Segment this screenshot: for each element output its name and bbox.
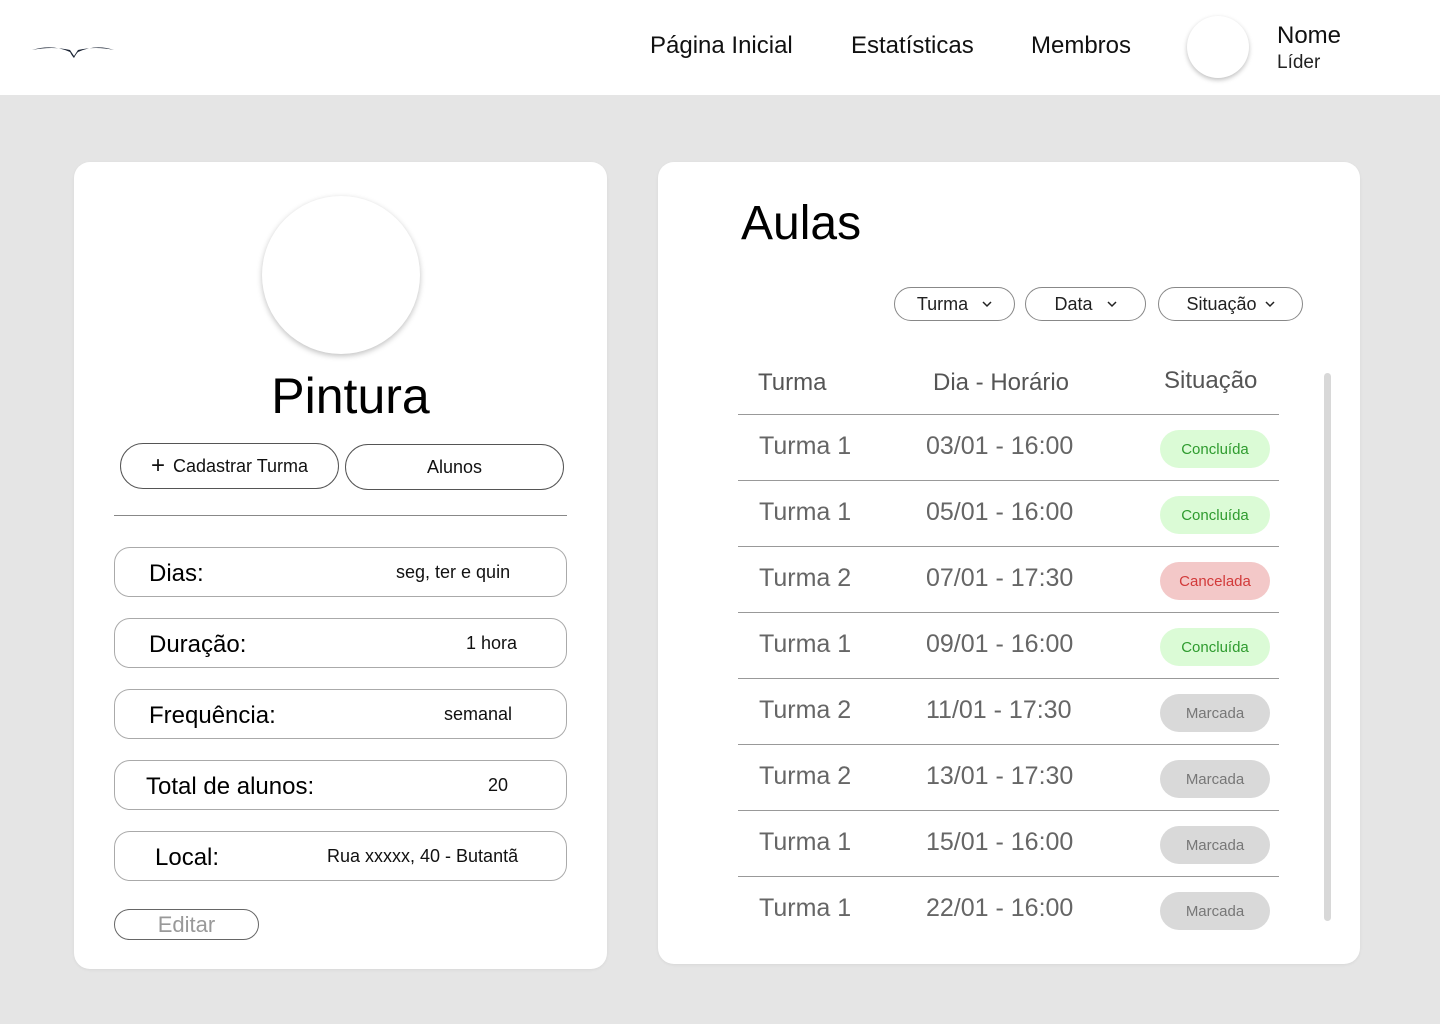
bird-logo-icon[interactable]	[30, 38, 116, 62]
cell-datetime: 05/01 - 16:00	[926, 498, 1074, 526]
info-label: Dias:	[149, 560, 204, 587]
info-label: Local:	[155, 844, 220, 871]
status-badge: Marcada	[1160, 694, 1270, 732]
info-row-days: Dias: seg, ter e quin	[114, 547, 567, 597]
info-value: seg, ter e quin	[396, 562, 511, 582]
status-badge: Concluída	[1160, 430, 1270, 468]
filter-situacao[interactable]: Situação	[1158, 287, 1303, 321]
cell-turma: Turma 1	[759, 498, 852, 526]
cell-datetime: 13/01 - 17:30	[926, 762, 1074, 790]
table-row[interactable]: Turma 1 09/01 - 16:00 Concluída	[738, 612, 1279, 678]
status-badge: Concluída	[1160, 496, 1270, 534]
cell-turma: Turma 1	[759, 630, 852, 658]
info-row-total-students: Total de alunos: 20	[114, 760, 567, 810]
table-row[interactable]: Turma 1 22/01 - 16:00 Marcada	[738, 876, 1279, 942]
classes-card: Aulas Turma Data Situação Turma Dia - Ho…	[658, 162, 1360, 964]
cell-turma: Turma 2	[759, 696, 852, 724]
table-row[interactable]: Turma 2 07/01 - 17:30 Cancelada	[738, 546, 1279, 612]
cell-datetime: 22/01 - 16:00	[926, 894, 1074, 922]
cell-turma: Turma 2	[759, 762, 852, 790]
info-row-frequency: Frequência: semanal	[114, 689, 567, 739]
students-button[interactable]: Alunos	[345, 444, 564, 490]
nav-statistics[interactable]: Estatísticas	[851, 32, 974, 60]
status-badge: Marcada	[1160, 826, 1270, 864]
course-title: Pintura	[271, 368, 430, 424]
register-class-label: Cadastrar Turma	[172, 455, 309, 476]
user-name: Nome	[1277, 22, 1342, 49]
cell-datetime: 03/01 - 16:00	[926, 432, 1074, 460]
filter-turma[interactable]: Turma	[894, 287, 1015, 321]
table-row[interactable]: Turma 1 05/01 - 16:00 Concluída	[738, 480, 1279, 546]
filter-label: Turma	[916, 293, 969, 314]
column-header-status[interactable]: Situação	[1164, 367, 1257, 395]
course-avatar	[262, 196, 420, 354]
chevron-down-icon	[1265, 301, 1275, 308]
info-label: Duração:	[149, 631, 247, 658]
chevron-down-icon	[982, 301, 992, 308]
classes-title: Aulas	[741, 197, 862, 250]
course-card: Pintura + Cadastrar Turma Alunos Dias: s…	[74, 162, 607, 969]
filter-label: Situação	[1186, 293, 1257, 314]
divider	[114, 515, 567, 516]
cell-datetime: 15/01 - 16:00	[926, 828, 1074, 856]
info-value: 20	[488, 775, 509, 795]
nav-home[interactable]: Página Inicial	[650, 32, 793, 60]
user-role: Líder	[1277, 52, 1321, 73]
info-value: Rua xxxxx, 40 - Butantã	[327, 846, 519, 866]
students-label: Alunos	[426, 456, 483, 477]
status-badge: Concluída	[1160, 628, 1270, 666]
filter-data[interactable]: Data	[1025, 287, 1146, 321]
info-value: semanal	[444, 704, 513, 724]
cell-datetime: 07/01 - 17:30	[926, 564, 1074, 592]
status-badge: Marcada	[1160, 760, 1270, 798]
plus-icon: +	[150, 452, 165, 479]
table-row[interactable]: Turma 2 11/01 - 17:30 Marcada	[738, 678, 1279, 744]
table-row[interactable]: Turma 1 03/01 - 16:00 Concluída	[738, 414, 1279, 480]
status-badge: Marcada	[1160, 892, 1270, 930]
cell-turma: Turma 1	[759, 828, 852, 856]
scrollbar[interactable]	[1324, 373, 1331, 921]
info-row-location: Local: Rua xxxxx, 40 - Butantã	[114, 831, 567, 881]
table-row[interactable]: Turma 1 15/01 - 16:00 Marcada	[738, 810, 1279, 876]
cell-turma: Turma 2	[759, 564, 852, 592]
nav-members[interactable]: Membros	[1031, 32, 1131, 60]
cell-datetime: 09/01 - 16:00	[926, 630, 1074, 658]
info-label: Frequência:	[149, 702, 276, 729]
filter-label: Data	[1054, 293, 1093, 314]
cell-turma: Turma 1	[759, 894, 852, 922]
cell-datetime: 11/01 - 17:30	[926, 696, 1072, 724]
info-row-duration: Duração: 1 hora	[114, 618, 567, 668]
info-label: Total de alunos:	[146, 773, 315, 800]
top-navbar: Página Inicial Estatísticas Membros Nome…	[0, 0, 1440, 95]
edit-button[interactable]: Editar	[114, 909, 259, 940]
table-row[interactable]: Turma 2 13/01 - 17:30 Marcada	[738, 744, 1279, 810]
info-value: 1 hora	[466, 633, 518, 653]
column-header-turma[interactable]: Turma	[758, 369, 826, 397]
register-class-button[interactable]: + Cadastrar Turma	[120, 443, 339, 489]
cell-turma: Turma 1	[759, 432, 852, 460]
status-badge: Cancelada	[1160, 562, 1270, 600]
user-avatar[interactable]	[1187, 16, 1249, 78]
chevron-down-icon	[1106, 301, 1117, 308]
column-header-datetime[interactable]: Dia - Horário	[933, 369, 1069, 397]
